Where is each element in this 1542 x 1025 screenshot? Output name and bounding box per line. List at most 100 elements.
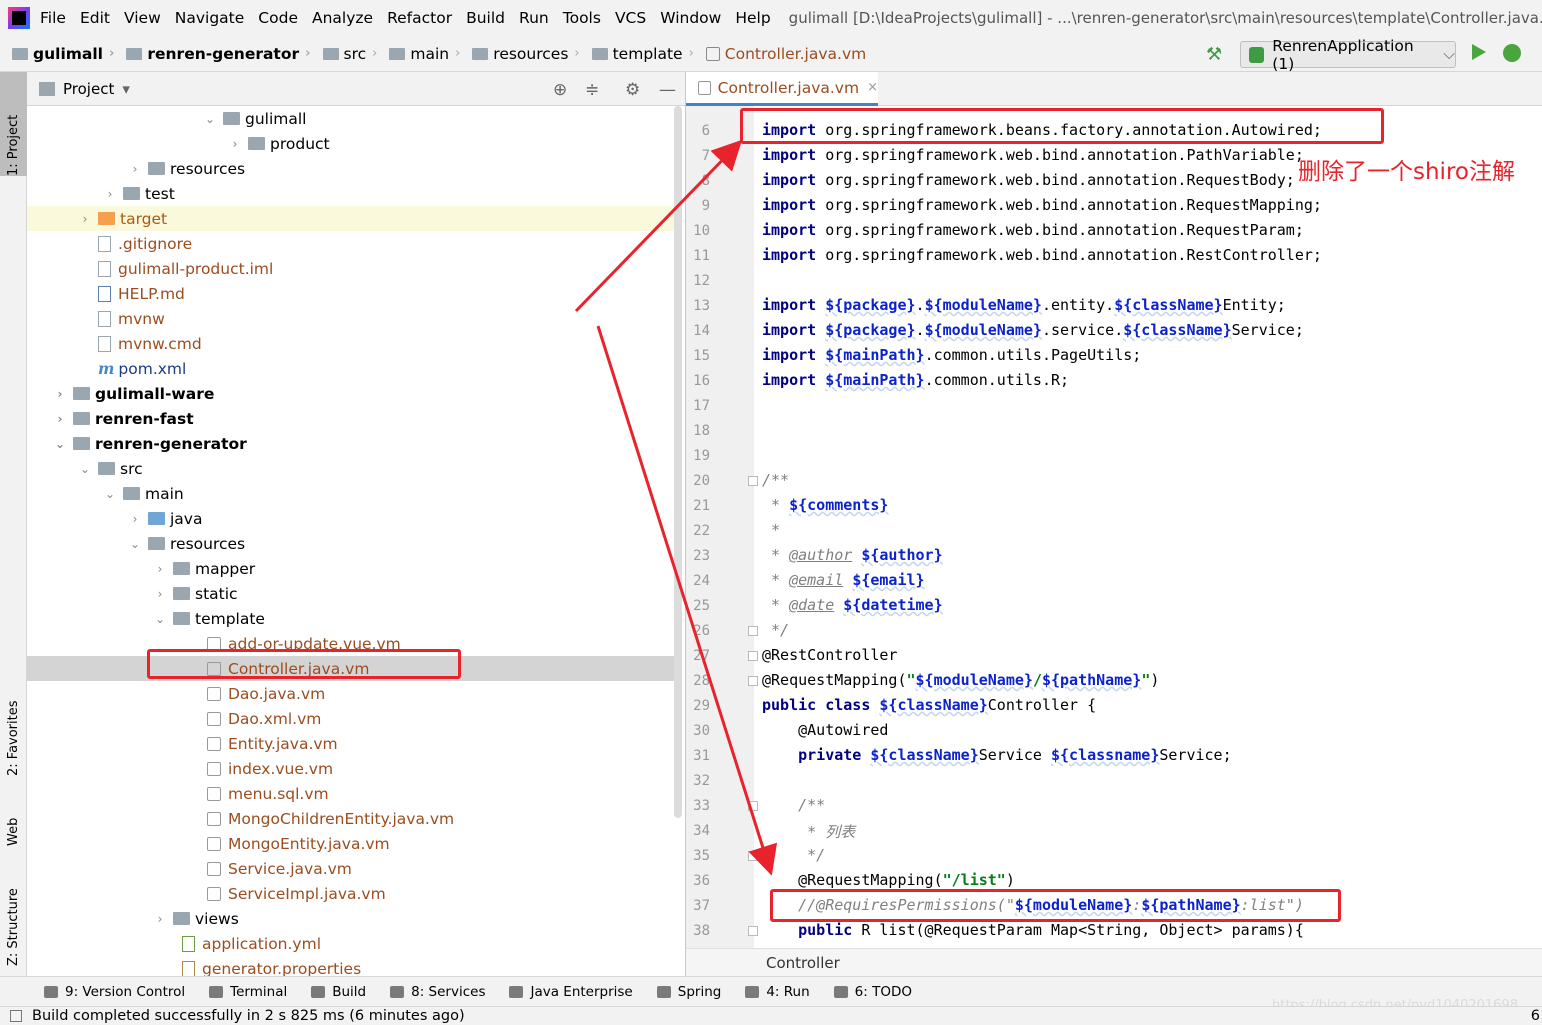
line-number: 24 xyxy=(693,573,710,589)
expand-arrow-icon[interactable]: ⌄ xyxy=(153,612,167,626)
expand-arrow-icon[interactable]: › xyxy=(128,162,142,176)
tree-item-generator-properties[interactable]: generator.properties xyxy=(27,956,675,976)
breadcrumb-gulimall[interactable]: gulimall › xyxy=(0,45,114,63)
tree-item-mvnw-cmd[interactable]: mvnw.cmd xyxy=(27,331,675,356)
expand-arrow-icon[interactable]: › xyxy=(128,512,142,526)
tree-item-gulimall-ware[interactable]: › gulimall-ware xyxy=(27,381,675,406)
breadcrumb-src[interactable]: src › xyxy=(311,45,377,63)
menu-file[interactable]: File xyxy=(40,9,66,27)
menu-vcs[interactable]: VCS xyxy=(615,9,646,27)
editor-breadcrumb-footer[interactable]: Controller xyxy=(686,948,1542,976)
expand-arrow-icon[interactable]: › xyxy=(53,387,67,401)
tree-item-iml[interactable]: gulimall-product.iml xyxy=(27,256,675,281)
project-view-selector[interactable]: Project xyxy=(63,80,114,98)
menu-refactor[interactable]: Refactor xyxy=(387,9,452,27)
expand-arrow-icon[interactable]: ⌄ xyxy=(203,112,217,126)
tab-controller-java-vm[interactable]: Controller.java.vm × xyxy=(686,72,878,106)
tree-item-menu-sql[interactable]: menu.sql.vm xyxy=(27,781,675,806)
tree-item-mongo-entity[interactable]: MongoEntity.java.vm xyxy=(27,831,675,856)
tree-item-index-vue[interactable]: index.vue.vm xyxy=(27,756,675,781)
build-hammer-icon[interactable]: ⚒ xyxy=(1206,44,1222,65)
tool-java-enterprise[interactable]: Java Enterprise xyxy=(509,984,633,1000)
dropdown-arrow-icon[interactable]: ▾ xyxy=(122,80,130,98)
run-play-icon[interactable] xyxy=(1472,44,1486,60)
tree-item-dao-xml[interactable]: Dao.xml.vm xyxy=(27,706,675,731)
tree-item-dao-java[interactable]: Dao.java.vm xyxy=(27,681,675,706)
tool-tab-favorites[interactable]: 2: Favorites xyxy=(0,676,27,776)
breadcrumb-controller-file[interactable]: Controller.java.vm xyxy=(694,45,866,63)
tool-terminal[interactable]: Terminal xyxy=(209,984,287,1000)
tree-item-renren-fast[interactable]: › renren-fast xyxy=(27,406,675,431)
menu-run[interactable]: Run xyxy=(519,9,549,27)
tree-item-static[interactable]: › static xyxy=(27,581,675,606)
status-toggle-icon[interactable] xyxy=(10,1010,22,1022)
menu-view[interactable]: View xyxy=(124,9,161,27)
expand-arrow-icon[interactable]: › xyxy=(153,912,167,926)
tree-item-mapper[interactable]: › mapper xyxy=(27,556,675,581)
tree-item-target[interactable]: › target xyxy=(27,206,675,231)
tree-item-resources[interactable]: › resources xyxy=(27,156,675,181)
tree-item-mvnw[interactable]: mvnw xyxy=(27,306,675,331)
expand-arrow-icon[interactable]: ⌄ xyxy=(53,437,67,451)
expand-arrow-icon[interactable]: ⌄ xyxy=(78,462,92,476)
breadcrumb-template[interactable]: template › xyxy=(580,45,694,63)
tree-item-pom[interactable]: m pom.xml xyxy=(27,356,675,381)
expand-arrow-icon[interactable]: › xyxy=(153,587,167,601)
highlight-box-autowired-import xyxy=(740,108,1384,144)
menu-help[interactable]: Help xyxy=(735,9,770,27)
tree-item-java[interactable]: › java xyxy=(27,506,675,531)
expand-arrow-icon[interactable]: ⌄ xyxy=(128,537,142,551)
breadcrumb-main[interactable]: main › xyxy=(377,45,460,63)
expand-arrow-icon[interactable]: › xyxy=(53,412,67,426)
expand-arrow-icon[interactable]: › xyxy=(78,212,92,226)
tool-spring[interactable]: Spring xyxy=(656,984,721,1000)
debug-bug-icon[interactable] xyxy=(1503,44,1521,62)
tree-item-mongo-children[interactable]: MongoChildrenEntity.java.vm xyxy=(27,806,675,831)
tree-item-product[interactable]: › product xyxy=(27,131,675,156)
tool-version-control[interactable]: 9: Version Control xyxy=(44,984,185,1000)
expand-arrow-icon[interactable]: ⌄ xyxy=(103,487,117,501)
expand-arrow-icon[interactable]: › xyxy=(153,562,167,576)
menu-tools[interactable]: Tools xyxy=(563,9,601,27)
menu-edit[interactable]: Edit xyxy=(80,9,110,27)
collapse-all-icon[interactable]: ≑ xyxy=(585,80,599,100)
tree-item-template[interactable]: ⌄ template xyxy=(27,606,675,631)
status-right-value: 6 xyxy=(1530,1008,1540,1024)
close-icon[interactable]: × xyxy=(867,80,878,95)
breadcrumb-renren-generator[interactable]: renren-generator › xyxy=(114,45,311,63)
tree-item-application-yml[interactable]: application.yml xyxy=(27,931,675,956)
tree-item-renren-generator[interactable]: ⌄ renren-generator xyxy=(27,431,675,456)
tree-item-test[interactable]: › test xyxy=(27,181,675,206)
breadcrumb-resources[interactable]: resources › xyxy=(460,45,580,63)
tree-item-main[interactable]: ⌄ main xyxy=(27,481,675,506)
tree-scrollbar[interactable] xyxy=(674,106,682,818)
tree-item-src[interactable]: ⌄ src xyxy=(27,456,675,481)
tool-tab-project[interactable]: 1: Project xyxy=(0,72,27,176)
tree-item-service-impl[interactable]: ServiceImpl.java.vm xyxy=(27,881,675,906)
tool-build[interactable]: Build xyxy=(311,984,366,1000)
tree-item-gitignore[interactable]: .gitignore xyxy=(27,231,675,256)
tree-item-help-md[interactable]: HELP.md xyxy=(27,281,675,306)
tree-item-entity[interactable]: Entity.java.vm xyxy=(27,731,675,756)
tree-item-resources-main[interactable]: ⌄ resources xyxy=(27,531,675,556)
menu-build[interactable]: Build xyxy=(466,9,505,27)
code-editor[interactable]: import org.springframework.beans.factory… xyxy=(754,106,1542,948)
tree-item-service[interactable]: Service.java.vm xyxy=(27,856,675,881)
hide-panel-icon[interactable]: — xyxy=(659,80,676,100)
menu-analyze[interactable]: Analyze xyxy=(312,9,373,27)
menu-window[interactable]: Window xyxy=(660,9,721,27)
expand-arrow-icon[interactable]: › xyxy=(103,187,117,201)
tool-run[interactable]: 4: Run xyxy=(745,984,810,1000)
menu-code[interactable]: Code xyxy=(258,9,298,27)
gear-icon[interactable]: ⚙ xyxy=(625,80,640,100)
tool-tab-web[interactable]: Web xyxy=(0,786,27,846)
tool-tab-structure[interactable]: Z: Structure xyxy=(0,866,27,966)
locate-target-icon[interactable]: ⊕ xyxy=(553,80,567,100)
tool-todo[interactable]: 6: TODO xyxy=(833,984,912,1000)
run-configuration-select[interactable]: RenrenApplication (1) ⌵ xyxy=(1240,37,1456,73)
tree-item-gulimall[interactable]: ⌄ gulimall xyxy=(27,106,675,131)
expand-arrow-icon[interactable]: › xyxy=(228,137,242,151)
menu-navigate[interactable]: Navigate xyxy=(175,9,245,27)
tool-services[interactable]: 8: Services xyxy=(390,984,485,1000)
tree-item-views[interactable]: › views xyxy=(27,906,675,931)
